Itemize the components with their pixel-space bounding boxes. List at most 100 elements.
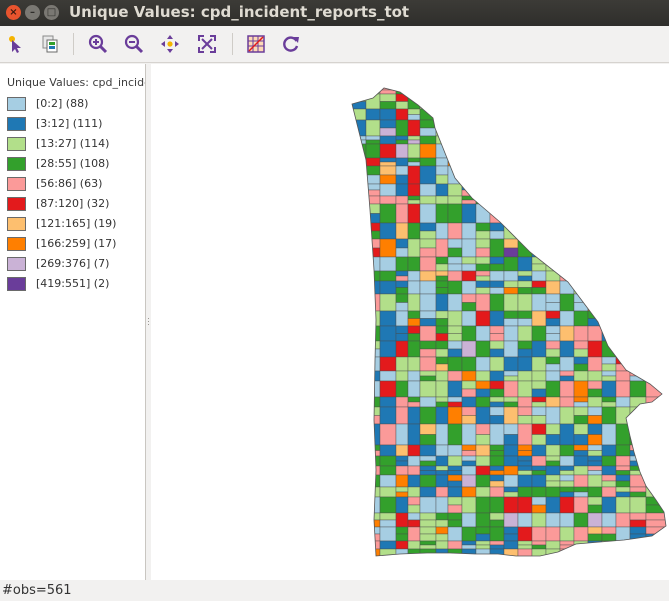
census-block[interactable] — [629, 135, 647, 145]
census-block[interactable] — [447, 157, 463, 163]
census-block[interactable] — [461, 474, 477, 488]
census-block[interactable] — [435, 356, 449, 365]
census-block[interactable] — [395, 280, 409, 288]
census-block[interactable] — [395, 491, 409, 498]
census-block[interactable] — [615, 203, 631, 214]
census-block[interactable] — [545, 302, 561, 312]
census-block[interactable] — [419, 135, 437, 145]
census-block[interactable] — [517, 86, 533, 95]
census-block[interactable] — [503, 540, 519, 550]
census-block[interactable] — [365, 143, 381, 159]
census-block[interactable] — [615, 380, 631, 398]
census-block[interactable] — [531, 496, 547, 506]
census-block[interactable] — [407, 512, 421, 521]
census-block[interactable] — [531, 388, 547, 398]
census-block[interactable] — [447, 444, 463, 457]
census-block[interactable] — [350, 526, 367, 542]
census-block[interactable] — [435, 195, 449, 205]
census-block[interactable] — [407, 108, 421, 115]
census-block[interactable] — [461, 388, 477, 398]
census-block[interactable] — [447, 108, 463, 121]
census-block[interactable] — [531, 470, 547, 476]
census-block[interactable] — [447, 143, 463, 152]
census-block[interactable] — [365, 213, 381, 224]
census-block[interactable] — [475, 263, 491, 272]
census-block[interactable] — [503, 119, 519, 137]
census-block[interactable] — [475, 195, 491, 201]
census-block[interactable] — [365, 455, 381, 467]
census-block[interactable] — [350, 195, 367, 201]
census-block[interactable] — [615, 247, 631, 258]
census-block[interactable] — [419, 108, 437, 121]
census-block[interactable] — [587, 195, 603, 201]
census-block[interactable] — [503, 203, 519, 224]
census-block[interactable] — [587, 526, 603, 535]
census-block[interactable] — [629, 491, 647, 498]
census-block[interactable] — [601, 380, 617, 398]
census-block[interactable] — [379, 548, 397, 568]
census-block[interactable] — [447, 256, 463, 265]
census-block[interactable] — [350, 247, 367, 258]
census-block[interactable] — [615, 540, 631, 550]
census-block[interactable] — [489, 135, 505, 141]
census-block[interactable] — [587, 119, 603, 129]
census-block[interactable] — [573, 195, 589, 205]
census-block[interactable] — [407, 183, 421, 197]
legend-item[interactable]: [269:376] (7) — [7, 257, 145, 272]
census-block[interactable] — [379, 135, 397, 145]
legend-item[interactable]: [56:86] (63) — [7, 177, 145, 192]
census-block[interactable] — [407, 199, 421, 205]
census-block[interactable] — [601, 183, 617, 197]
census-block[interactable] — [489, 356, 505, 372]
census-block[interactable] — [601, 165, 617, 185]
census-block[interactable] — [503, 310, 519, 319]
census-block[interactable] — [629, 222, 647, 232]
census-block[interactable] — [545, 119, 561, 129]
census-block[interactable] — [531, 119, 547, 137]
census-block[interactable] — [435, 119, 449, 137]
census-block[interactable] — [419, 157, 437, 167]
census-block[interactable] — [435, 540, 449, 550]
census-block[interactable] — [419, 455, 437, 462]
census-block[interactable] — [503, 356, 519, 372]
census-block[interactable] — [395, 423, 409, 446]
census-block[interactable] — [395, 139, 409, 145]
census-block[interactable] — [645, 230, 668, 240]
census-block[interactable] — [559, 491, 575, 498]
census-block[interactable] — [350, 460, 367, 467]
census-block[interactable] — [559, 93, 575, 110]
census-block[interactable] — [545, 108, 561, 115]
census-block[interactable] — [601, 108, 617, 115]
census-block[interactable] — [559, 86, 575, 91]
census-block[interactable] — [645, 101, 668, 110]
census-block[interactable] — [587, 370, 603, 382]
census-block[interactable] — [503, 325, 519, 342]
census-block[interactable] — [587, 256, 603, 272]
census-block[interactable] — [545, 460, 561, 467]
census-block[interactable] — [559, 222, 575, 240]
census-block[interactable] — [573, 165, 589, 185]
census-block[interactable] — [447, 423, 463, 446]
census-block[interactable] — [559, 310, 575, 327]
census-block[interactable] — [365, 203, 381, 214]
census-block[interactable] — [435, 533, 449, 542]
census-block[interactable] — [365, 270, 381, 282]
census-block[interactable] — [475, 256, 491, 265]
census-block[interactable] — [545, 195, 561, 201]
census-block[interactable] — [489, 86, 505, 95]
census-block[interactable] — [407, 222, 421, 240]
census-block[interactable] — [645, 157, 668, 167]
census-block[interactable] — [531, 195, 547, 205]
census-block[interactable] — [517, 310, 533, 319]
census-block[interactable] — [379, 222, 397, 240]
census-block[interactable] — [419, 434, 437, 446]
census-block[interactable] — [475, 526, 491, 535]
census-block[interactable] — [503, 370, 519, 377]
census-block[interactable] — [395, 86, 409, 95]
census-block[interactable] — [395, 356, 409, 372]
census-block[interactable] — [489, 150, 505, 159]
census-block[interactable] — [395, 93, 409, 102]
census-block[interactable] — [587, 548, 603, 568]
census-block[interactable] — [545, 348, 561, 358]
census-block[interactable] — [629, 119, 647, 129]
